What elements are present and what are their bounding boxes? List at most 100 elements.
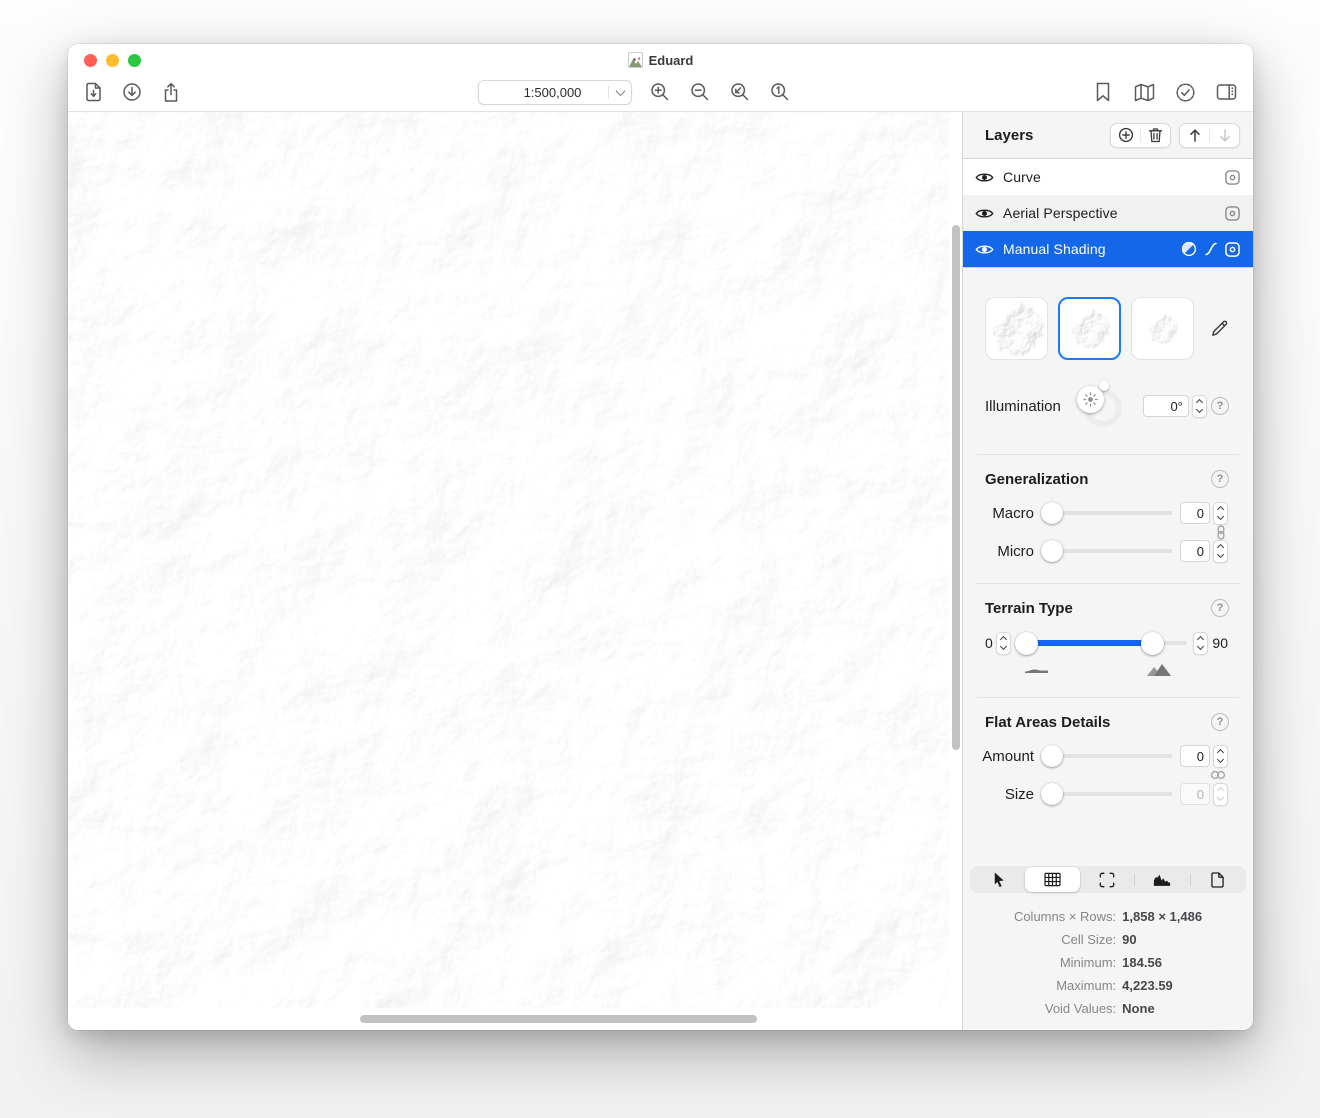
macro-slider[interactable] [1041,501,1172,525]
move-layer-down-button[interactable] [1210,124,1239,147]
curve-adjustment-icon[interactable] [1205,242,1217,256]
edit-pencil-icon[interactable] [1210,319,1229,338]
size-slider-thumb[interactable] [1041,783,1063,805]
amount-slider-thumb[interactable] [1041,745,1063,767]
visibility-eye-icon[interactable] [975,171,994,184]
micro-value-input[interactable]: 0 [1180,540,1210,562]
amount-stepper[interactable] [1213,745,1228,768]
terrain-range-left-thumb[interactable] [1015,632,1038,655]
micro-stepper[interactable] [1213,540,1228,563]
illumination-help-icon[interactable]: ? [1211,397,1229,415]
shading-style-option-2-selected[interactable] [1058,297,1121,360]
section-divider [977,697,1239,698]
generalization-help-icon[interactable]: ? [1211,470,1229,488]
visibility-eye-icon[interactable] [975,243,994,256]
horizontal-scrollbar-thumb[interactable] [360,1015,757,1023]
tab-grid-info-selected[interactable] [1025,867,1079,892]
bookmark-icon[interactable] [1090,79,1116,105]
amount-slider-row: Amount 0 [963,744,1228,768]
info-label: Columns × Rows: [1014,909,1116,924]
chevron-down-icon[interactable] [609,89,631,96]
mountains-icon [1146,663,1172,677]
inspector-panel-icon[interactable] [1213,79,1239,105]
zoom-fit-icon[interactable] [727,79,753,105]
terrain-range-right-thumb[interactable] [1141,632,1164,655]
layer-mask-icon[interactable] [1225,206,1240,221]
map-scale-combobox[interactable]: 1:500,000 [478,80,632,105]
visibility-eye-icon[interactable] [975,207,994,220]
zoom-in-icon[interactable] [647,79,673,105]
amount-value-input[interactable]: 0 [1180,745,1210,767]
inspector-mode-segmented-control [970,866,1246,893]
amount-size-link-row [963,768,1253,782]
link-vertical-icon[interactable] [1216,525,1226,540]
raster-info-block: Columns × Rows: 1,858 × 1,486 Cell Size:… [1014,909,1202,1030]
info-label: Void Values: [1014,1001,1116,1016]
flat-areas-help-icon[interactable]: ? [1211,713,1229,731]
tab-histogram[interactable] [1135,867,1189,892]
terrain-range-slider[interactable] [1015,630,1190,656]
amount-slider[interactable] [1041,744,1172,768]
layer-reorder-group [1179,123,1240,148]
illumination-dial[interactable] [1075,380,1131,432]
map-scale-value: 1:500,000 [479,85,608,100]
info-value: 184.56 [1122,955,1202,970]
size-slider[interactable] [1041,782,1172,806]
zoom-out-icon[interactable] [687,79,713,105]
link-horizontal-icon[interactable] [1210,770,1226,780]
layer-name: Manual Shading [1003,241,1181,257]
illumination-angle-input[interactable]: 0° [1143,395,1189,417]
delete-layer-button[interactable] [1141,124,1170,147]
terrain-max-stepper[interactable] [1193,632,1208,655]
add-layer-button[interactable] [1111,124,1140,147]
terrain-max-value: 90 [1212,635,1228,651]
shaded-relief-map[interactable] [68,112,962,1008]
vertical-scrollbar-track[interactable] [949,112,962,1008]
terrain-type-help-icon[interactable]: ? [1211,599,1229,617]
terrain-type-range-row: 0 90 [963,630,1228,656]
app-window: Eduard 1:500,000 [68,44,1253,1030]
checkmark-seal-icon[interactable] [1172,79,1198,105]
shading-style-option-3[interactable] [1131,297,1194,360]
section-divider [977,583,1239,584]
sun-knob-icon[interactable] [1077,386,1104,413]
info-value: 4,223.59 [1122,978,1202,993]
opacity-half-circle-icon[interactable] [1181,241,1197,257]
tab-select-tool[interactable] [971,867,1025,892]
relief-render [68,112,962,1008]
download-icon[interactable] [119,79,145,105]
layer-row-curve[interactable]: Curve [963,159,1253,195]
illumination-stepper[interactable] [1192,395,1207,418]
size-stepper[interactable] [1213,783,1228,806]
toolbar-zoom-group [647,79,793,105]
tab-selection-extent[interactable] [1080,867,1134,892]
macro-value-input[interactable]: 0 [1180,502,1210,524]
illumination-row: Illumination 0° ? [985,378,1229,434]
size-value-input[interactable]: 0 [1180,783,1210,805]
terrain-type-header: Terrain Type ? [985,599,1229,617]
info-value: 90 [1122,932,1202,947]
macro-slider-row: Macro 0 [963,501,1228,525]
map-icon[interactable] [1131,79,1157,105]
micro-slider-row: Micro 0 [963,539,1228,563]
zoom-actual-size-icon[interactable] [767,79,793,105]
vertical-scrollbar-thumb[interactable] [952,225,960,750]
size-slider-row: Size 0 [963,782,1228,806]
macro-slider-thumb[interactable] [1041,502,1063,524]
horizontal-scrollbar-track[interactable] [68,1008,962,1030]
micro-slider-thumb[interactable] [1041,540,1063,562]
macro-stepper[interactable] [1213,502,1228,525]
layer-row-manual-shading[interactable]: Manual Shading [963,231,1253,267]
layer-mask-icon[interactable] [1225,170,1240,185]
shading-style-option-1[interactable] [985,297,1048,360]
terrain-type-icons-row [963,663,1228,677]
layer-mask-icon[interactable] [1225,242,1240,257]
terrain-min-stepper[interactable] [996,632,1011,655]
layer-row-aerial-perspective[interactable]: Aerial Perspective [963,195,1253,231]
new-document-icon[interactable] [80,79,106,105]
illumination-label: Illumination [985,398,1061,415]
share-icon[interactable] [158,79,184,105]
tab-file-info[interactable] [1191,867,1245,892]
micro-slider[interactable] [1041,539,1172,563]
move-layer-up-button[interactable] [1180,124,1209,147]
